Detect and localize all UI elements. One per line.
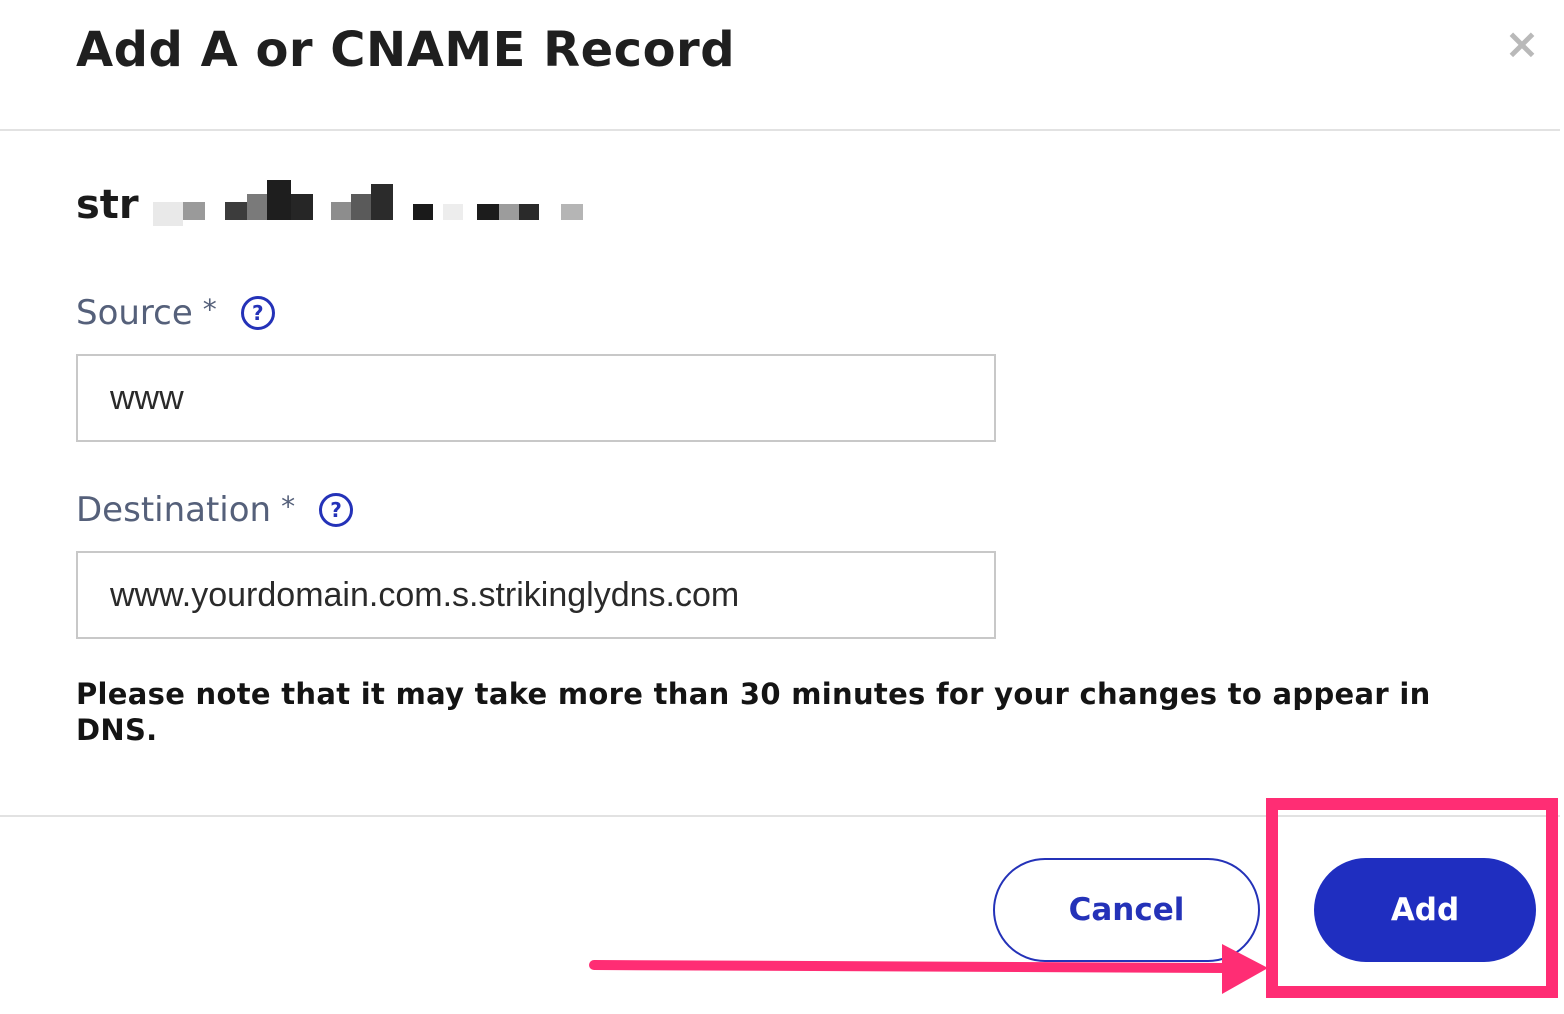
help-icon[interactable]: ? (240, 296, 275, 330)
add-button[interactable]: Add (1314, 858, 1536, 962)
help-icon[interactable]: ? (319, 493, 354, 527)
destination-label: Destination * ? (76, 489, 354, 530)
destination-label-text: Destination (76, 490, 272, 530)
source-input[interactable] (76, 354, 996, 442)
cancel-button[interactable]: Cancel (993, 858, 1260, 962)
required-asterisk: * (281, 489, 296, 523)
dns-propagation-note: Please note that it may take more than 3… (76, 677, 1431, 747)
footer-divider (0, 815, 1560, 817)
add-record-dialog: Add A or CNAME Record × str Source * ? w… (0, 0, 1564, 1014)
close-icon[interactable]: × (1500, 22, 1544, 66)
destination-input[interactable] (76, 551, 996, 639)
required-asterisk: * (202, 292, 217, 326)
source-label: Source * ? (76, 293, 275, 333)
dialog-title: Add A or CNAME Record (76, 22, 736, 78)
header-divider (0, 129, 1560, 131)
source-label-text: Source (76, 293, 193, 333)
domain-name: str (76, 180, 633, 230)
redacted-domain-blur (143, 180, 633, 230)
domain-name-prefix: str (76, 182, 139, 228)
